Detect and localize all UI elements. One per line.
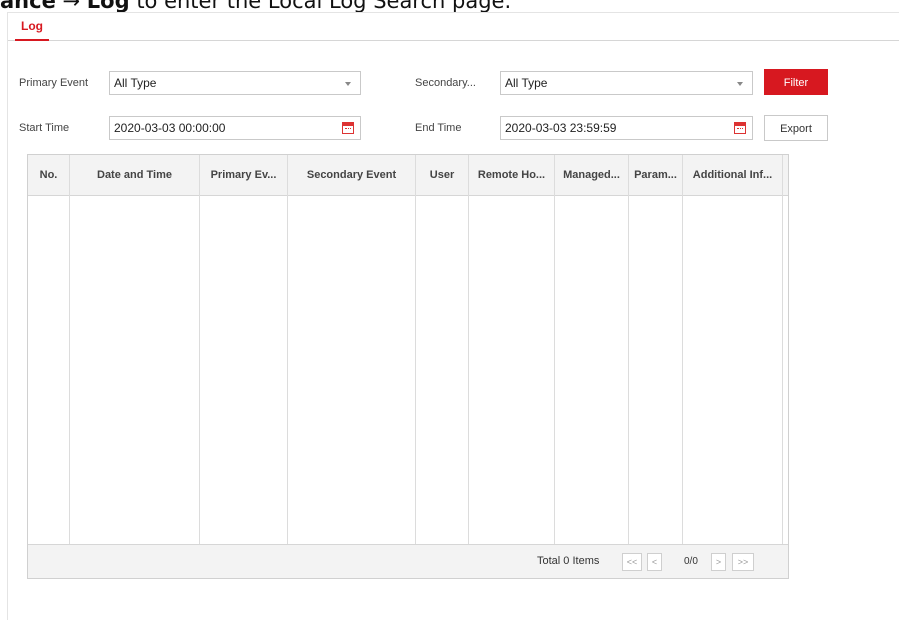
chevron-down-icon (737, 82, 743, 86)
secondary-event-value: All Type (505, 76, 548, 90)
export-button[interactable]: Export (764, 115, 828, 141)
end-time-label: End Time (415, 122, 462, 134)
start-time-value: 2020-03-03 00:00:00 (114, 121, 226, 135)
column-header-date-time[interactable]: Date and Time (70, 155, 200, 195)
calendar-icon[interactable] (342, 122, 354, 134)
column-divider (287, 195, 288, 545)
column-header-no[interactable]: No. (28, 155, 70, 195)
column-header-managed[interactable]: Managed... (555, 155, 629, 195)
column-divider (782, 195, 783, 545)
primary-event-value: All Type (114, 76, 157, 90)
end-time-value: 2020-03-03 23:59:59 (505, 121, 617, 135)
column-divider (628, 195, 629, 545)
log-search-panel: Log Primary Event All Type Secondary... … (7, 12, 899, 620)
tab-bar: Log (8, 13, 899, 41)
column-header-param[interactable]: Param... (629, 155, 683, 195)
column-divider (69, 195, 70, 545)
column-divider (682, 195, 683, 545)
primary-event-label: Primary Event (19, 77, 89, 89)
table-header: No. Date and Time Primary Ev... Secondar… (28, 155, 788, 196)
secondary-event-label: Secondary... (415, 77, 476, 89)
page-indicator: 0/0 (684, 556, 698, 567)
total-items: Total 0 Items (537, 555, 600, 567)
prev-page-button[interactable]: < (647, 553, 662, 571)
first-page-button[interactable]: << (622, 553, 642, 571)
log-table: No. Date and Time Primary Ev... Secondar… (27, 154, 789, 579)
start-time-field[interactable]: 2020-03-03 00:00:00 (109, 116, 361, 140)
primary-event-select[interactable]: All Type (109, 71, 361, 95)
column-header-user[interactable]: User (416, 155, 469, 195)
secondary-event-select[interactable]: All Type (500, 71, 753, 95)
column-divider (415, 195, 416, 545)
calendar-icon[interactable] (734, 122, 746, 134)
filter-button[interactable]: Filter (764, 69, 828, 95)
chevron-down-icon (345, 82, 351, 86)
table-footer: Total 0 Items << < 0/0 > >> (28, 544, 788, 578)
column-divider (199, 195, 200, 545)
tab-log[interactable]: Log (15, 13, 49, 41)
column-divider (468, 195, 469, 545)
last-page-button[interactable]: >> (732, 553, 754, 571)
start-time-label: Start Time (19, 122, 70, 134)
column-header-primary-event[interactable]: Primary Ev... (200, 155, 288, 195)
column-divider (554, 195, 555, 545)
column-header-secondary-event[interactable]: Secondary Event (288, 155, 416, 195)
next-page-button[interactable]: > (711, 553, 726, 571)
column-header-remote-host[interactable]: Remote Ho... (469, 155, 555, 195)
end-time-field[interactable]: 2020-03-03 23:59:59 (500, 116, 753, 140)
column-header-additional-info[interactable]: Additional Inf... (683, 155, 783, 195)
